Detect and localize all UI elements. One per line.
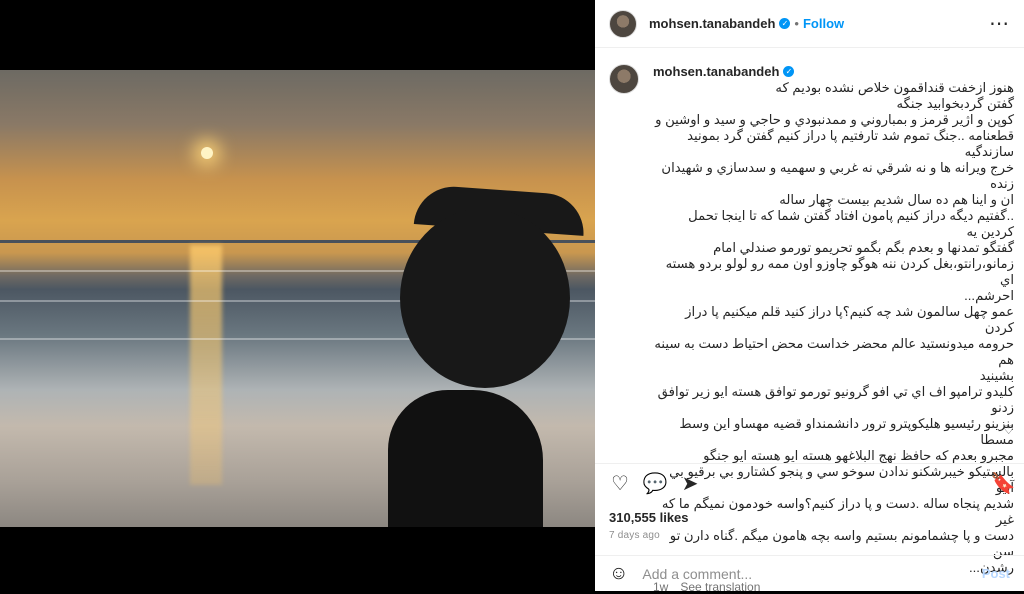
post-photo[interactable] — [0, 70, 595, 527]
comment-heart-icon[interactable]: ♡ — [1003, 423, 1014, 437]
save-icon[interactable]: 🔖 — [991, 472, 1016, 495]
child-body — [388, 390, 543, 527]
caption-section: mohsen.tanabandeh ✓ هنوز ازخفت قنداقمون … — [609, 62, 1014, 594]
share-icon[interactable]: ➤ — [679, 472, 701, 495]
sun-reflection — [190, 245, 222, 485]
profile-avatar[interactable] — [609, 9, 637, 38]
add-comment-bar: ☺ Post — [595, 555, 1024, 591]
caption-user-row: mohsen.tanabandeh ✓ — [653, 62, 1014, 80]
dot-separator: • — [794, 16, 799, 31]
post-actions-bar: ♡ 💬 ➤ 🔖 — [595, 463, 1024, 502]
caption-avatar[interactable] — [609, 64, 639, 94]
post-media-area — [0, 0, 595, 591]
post-time: 7 days ago — [609, 530, 660, 541]
verified-badge-icon: ✓ — [783, 65, 795, 77]
header-username[interactable]: mohsen.tanabandeh — [649, 16, 775, 31]
comment-icon[interactable]: 💬 — [643, 472, 668, 495]
comment-input[interactable] — [640, 564, 982, 583]
post-header: mohsen.tanabandeh ✓ • Follow ⋯ — [595, 0, 1024, 48]
heart-icon[interactable]: ♡ — [609, 472, 631, 495]
caption-content: mohsen.tanabandeh ✓ هنوز ازخفت قنداقمون … — [653, 62, 1014, 594]
more-options-icon[interactable]: ⋯ — [989, 11, 1010, 36]
verified-badge-icon: ✓ — [779, 18, 791, 29]
follow-button[interactable]: Follow — [803, 16, 844, 31]
sun-graphic — [201, 147, 213, 159]
emoji-icon[interactable]: ☺ — [609, 563, 628, 585]
child-head — [400, 208, 570, 388]
likes-count[interactable]: 310,555 likes — [609, 510, 689, 525]
post-sidebar: mohsen.tanabandeh ✓ • Follow ⋯ mohsen.ta… — [595, 0, 1024, 594]
post-comment-button[interactable]: Post — [982, 566, 1010, 581]
caption-username[interactable]: mohsen.tanabandeh — [653, 64, 779, 79]
instagram-post-view: mohsen.tanabandeh ✓ • Follow ⋯ mohsen.ta… — [0, 0, 1024, 594]
